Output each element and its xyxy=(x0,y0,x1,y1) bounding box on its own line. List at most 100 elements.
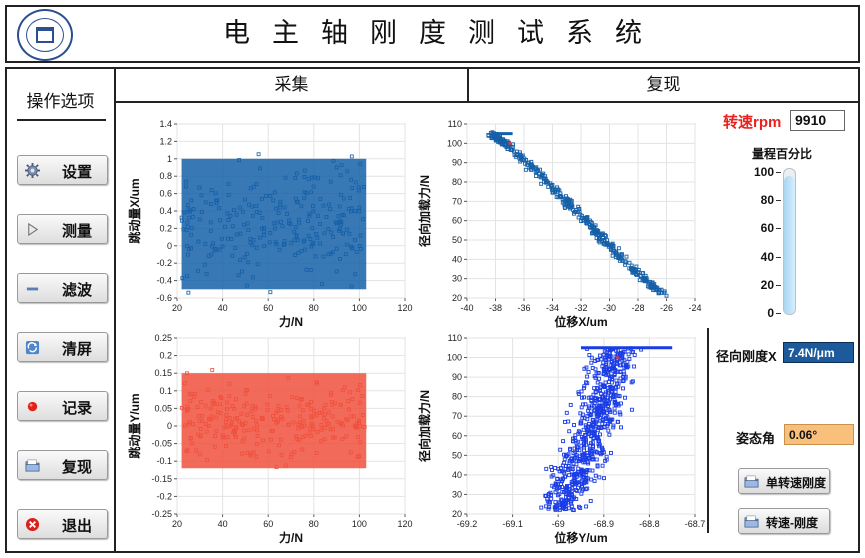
x-tick-label: 60 xyxy=(263,519,273,529)
y-tick-label: 0.1 xyxy=(159,386,172,396)
y-tick-label: 40 xyxy=(452,470,462,480)
attitude-angle-value: 0.06° xyxy=(784,424,854,445)
y-tick-label: 0.8 xyxy=(159,171,172,181)
replay-label: 复现 xyxy=(62,459,93,476)
y-tick-label: 110 xyxy=(448,333,462,343)
replay-button[interactable]: 复现 xyxy=(17,450,108,480)
y-tick-label: 1.2 xyxy=(159,136,172,146)
y-tick-label: 0.6 xyxy=(159,189,172,199)
play-icon xyxy=(28,222,39,237)
panel-divider xyxy=(707,328,709,533)
filter-button[interactable]: 滤波 xyxy=(17,273,108,303)
y-tick-label: 70 xyxy=(452,196,462,206)
y-tick-label: 0.2 xyxy=(159,223,172,233)
x-tick-label: 40 xyxy=(218,303,228,313)
y-tick-label: 60 xyxy=(452,216,462,226)
sidebar-divider xyxy=(17,119,106,121)
gauge-tick-label: 60 xyxy=(760,221,774,236)
y-axis-label: 径向加载力/N xyxy=(417,175,432,247)
x-tick-label: -68.7 xyxy=(685,519,705,529)
speed-stiffness-label: 转速-刚度 xyxy=(766,516,818,530)
data-point xyxy=(508,141,512,145)
x-tick-label: 20 xyxy=(172,303,182,313)
gauge-tick-mark xyxy=(776,284,781,286)
measure-button[interactable]: 测量 xyxy=(17,214,108,244)
radial-stiffness-x-label: 径向刚度X xyxy=(716,349,777,364)
measure-label: 测量 xyxy=(62,223,93,240)
x-tick-label: -32 xyxy=(574,303,587,313)
record-button[interactable]: 记录 xyxy=(17,391,108,421)
gear-icon xyxy=(25,163,40,178)
x-tick-label: -24 xyxy=(688,303,701,313)
y-axis-label: 径向加载力/N xyxy=(417,390,432,462)
y-tick-label: 110 xyxy=(448,119,462,129)
minus-icon xyxy=(26,287,39,291)
single-speed-stiffness-button[interactable]: 单转速刚度 xyxy=(738,468,830,494)
x-tick-label: 60 xyxy=(263,303,273,313)
gauge-tick-label: 20 xyxy=(760,277,774,292)
x-tick-label: -69.2 xyxy=(457,519,478,529)
x-tick-label: -38 xyxy=(489,303,502,313)
x-tick-label: -68.8 xyxy=(639,519,660,529)
y-tick-label: 0 xyxy=(167,241,172,251)
y-tick-label: 0.25 xyxy=(154,333,172,343)
tab-replay[interactable]: 复现 xyxy=(469,69,858,103)
y-tick-label: 0.4 xyxy=(159,206,172,216)
y-tick-label: -0.05 xyxy=(151,439,172,449)
y-tick-label: 50 xyxy=(452,235,462,245)
x-tick-label: -69.1 xyxy=(502,519,523,529)
record-icon xyxy=(27,401,38,412)
gauge-tick-label: 0 xyxy=(767,306,774,320)
y-tick-label: 100 xyxy=(447,353,462,363)
range-percent-fill xyxy=(784,176,795,314)
sidebar: 操作选项 设置 测量 滤波 清屏 记录 复现 退出 xyxy=(5,67,116,553)
gauge-tick-mark xyxy=(776,313,781,314)
x-tick-label: -69 xyxy=(552,519,565,529)
x-tick-label: -34 xyxy=(546,303,559,313)
x-tick-label: 20 xyxy=(172,519,182,529)
exit-button[interactable]: 退出 xyxy=(17,509,108,539)
x-tick-label: -40 xyxy=(460,303,473,313)
settings-label: 设置 xyxy=(62,164,93,181)
gauge-tick-mark xyxy=(776,172,781,173)
y-tick-label: -0.15 xyxy=(151,474,172,484)
y-tick-label: 1 xyxy=(167,154,172,164)
x-tick-label: -30 xyxy=(603,303,616,313)
attitude-angle-label: 姿态角 xyxy=(736,431,776,446)
speed-stiffness-button[interactable]: 转速-刚度 xyxy=(738,508,830,534)
sidebar-title: 操作选项 xyxy=(26,92,95,112)
chart-runout-y: 20 40 60 80 100 120 -0.25 -0.2 -0.15 -0.1 -0.05 0 0.… xyxy=(127,333,413,545)
y-tick-label: -0.2 xyxy=(156,258,172,268)
y-tick-label: 30 xyxy=(452,489,462,499)
y-tick-label: 20 xyxy=(452,509,462,519)
x-tick-label: 100 xyxy=(352,303,367,313)
x-axis-label: 力/N xyxy=(279,530,303,545)
data-series xyxy=(179,152,367,295)
y-tick-label: -0.25 xyxy=(151,509,172,519)
y-tick-label: 0.05 xyxy=(154,403,172,413)
y-tick-label: 60 xyxy=(452,431,462,441)
x-tick-label: 120 xyxy=(397,519,412,529)
rpm-field[interactable]: 9910 xyxy=(790,110,845,131)
app-title: 电主轴刚度测试系统 xyxy=(223,18,664,49)
x-tick-label: 80 xyxy=(309,303,319,313)
radial-stiffness-x-value: 7.4N/μm xyxy=(783,342,854,363)
range-percent-label: 量程百分比 xyxy=(752,147,813,161)
y-tick-label: 0 xyxy=(167,421,172,431)
folder-icon xyxy=(25,459,40,472)
tab-collect[interactable]: 采集 xyxy=(116,69,469,103)
gauge-tick-mark xyxy=(776,256,781,258)
range-percent-gauge xyxy=(783,168,796,315)
gauge-tick-label: 40 xyxy=(760,249,774,264)
clear-screen-button[interactable]: 清屏 xyxy=(17,332,108,362)
chart-runout-x: 20 40 60 80 100 120 -0.6 -0.4 -0.2 0 0.2 0.4 0.6 0.8 1… xyxy=(127,119,413,329)
x-tick-label: -26 xyxy=(660,303,673,313)
y-tick-label: -0.2 xyxy=(156,491,172,501)
x-tick-label: 80 xyxy=(309,519,319,529)
settings-button[interactable]: 设置 xyxy=(17,155,108,185)
y-tick-label: 50 xyxy=(452,450,462,460)
x-tick-label: 40 xyxy=(218,519,228,529)
x-axis-label: 力/N xyxy=(279,314,303,329)
data-series xyxy=(179,368,367,470)
gauge-tick-mark xyxy=(776,200,781,202)
